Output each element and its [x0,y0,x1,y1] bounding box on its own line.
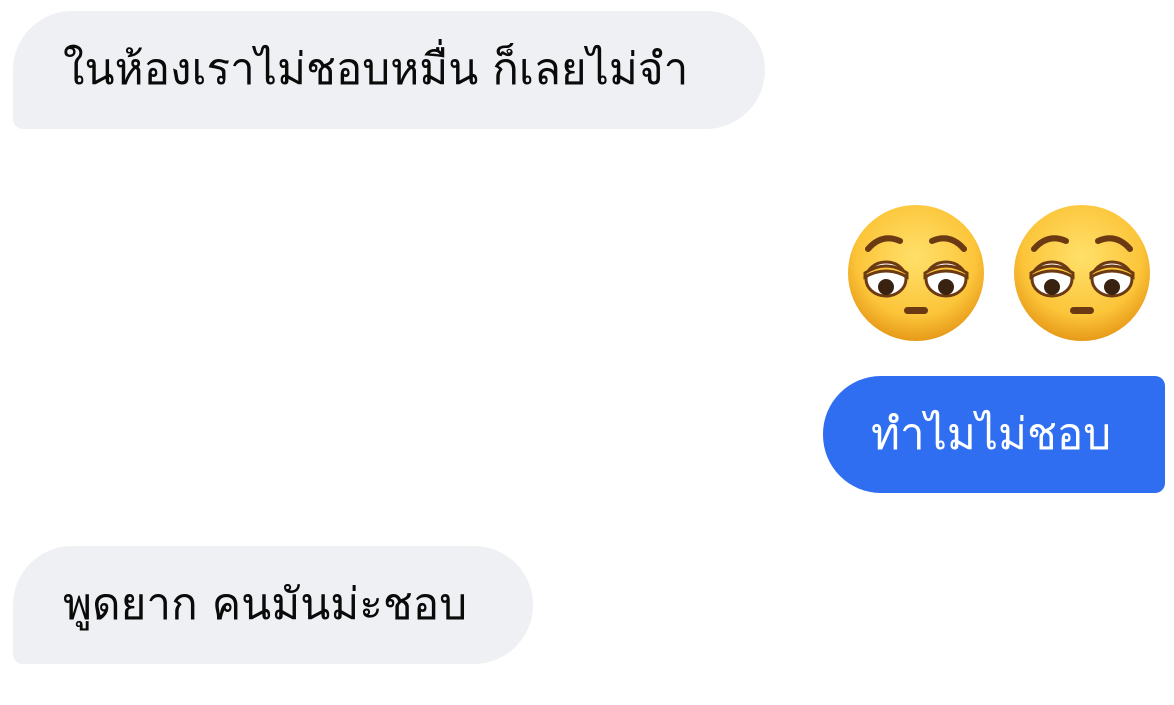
pensive-face-icon [848,205,984,341]
message-text: พูดยาก คนมันม่ะชอบ [63,579,468,630]
incoming-message-bubble[interactable]: ในห้องเราไม่ชอบหมื่น ก็เลยไม่จำ [13,11,765,129]
chat-thread: ในห้องเราไม่ชอบหมื่น ก็เลยไม่จำ ทำไมไม่ช… [0,0,1174,705]
incoming-message-bubble[interactable]: พูดยาก คนมันม่ะชอบ [13,546,533,664]
outgoing-message-bubble[interactable]: ทำไมไม่ชอบ [823,376,1165,493]
message-text: ในห้องเราไม่ชอบหมื่น ก็เลยไม่จำ [63,44,689,95]
message-text: ทำไมไม่ชอบ [871,408,1112,460]
emoji-message[interactable] [846,203,1156,345]
pensive-face-icon [1014,205,1150,341]
